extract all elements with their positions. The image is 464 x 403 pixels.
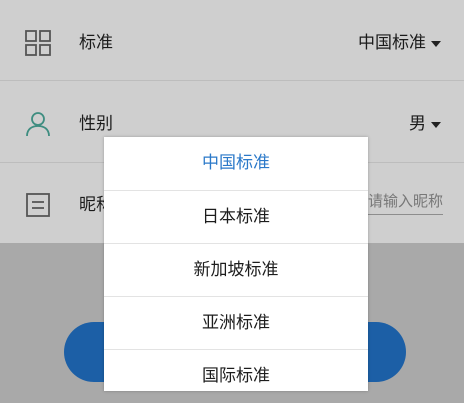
grid-icon — [24, 29, 52, 57]
app-screen: 标准 中国标准 性别 男 昵称 请输入昵称 中国标准 日本标准 新加坡标准 亚洲… — [0, 0, 464, 391]
standard-value[interactable]: 中国标准 — [358, 33, 426, 53]
gender-label: 性别 — [79, 114, 113, 134]
form-icon — [24, 191, 52, 219]
dropdown-option[interactable]: 日本标准 — [104, 191, 368, 244]
standard-dropdown-menu: 中国标准 日本标准 新加坡标准 亚洲标准 国际标准 — [104, 137, 368, 391]
chevron-down-icon — [431, 122, 441, 128]
dropdown-option[interactable]: 新加坡标准 — [104, 244, 368, 297]
dropdown-option[interactable]: 亚洲标准 — [104, 297, 368, 350]
dropdown-option[interactable]: 国际标准 — [104, 350, 368, 403]
person-icon — [24, 110, 52, 138]
dropdown-option[interactable]: 中国标准 — [104, 137, 368, 190]
gender-value[interactable]: 男 — [409, 114, 426, 134]
standard-row[interactable]: 标准 中国标准 — [0, 0, 464, 80]
standard-label: 标准 — [79, 33, 113, 53]
chevron-down-icon — [431, 41, 441, 47]
